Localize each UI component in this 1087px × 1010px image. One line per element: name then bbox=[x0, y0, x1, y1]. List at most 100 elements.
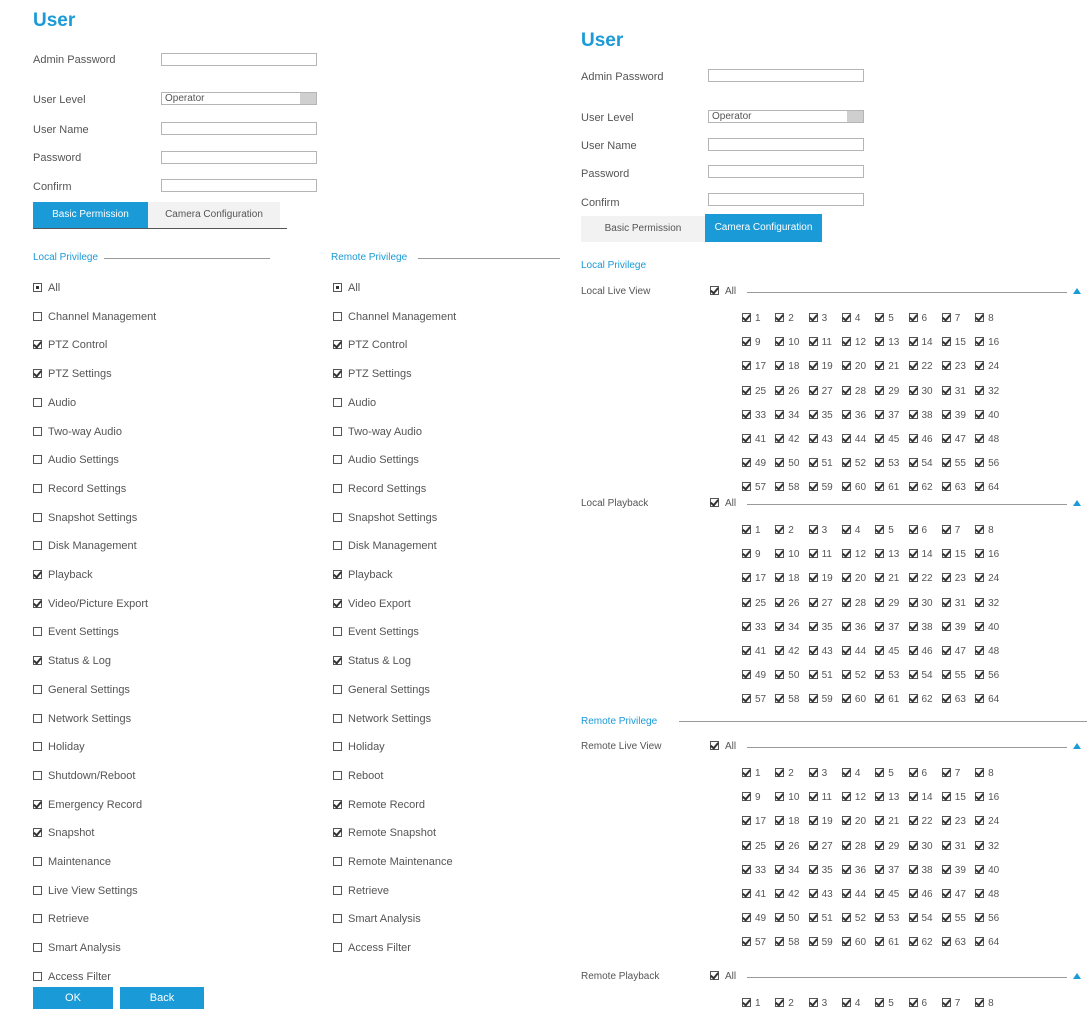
channel-checkbox[interactable]: 46 bbox=[908, 889, 933, 900]
checkbox[interactable] bbox=[333, 943, 342, 953]
channel-checkbox[interactable]: 20 bbox=[841, 816, 866, 827]
remote-privilege-item[interactable]: Snapshot Settings bbox=[333, 512, 437, 524]
channel-checkbox[interactable]: 13 bbox=[875, 792, 899, 803]
checkbox[interactable] bbox=[33, 311, 42, 321]
channel-checkbox[interactable]: 63 bbox=[941, 937, 966, 948]
local-privilege-item[interactable]: Playback bbox=[33, 569, 93, 581]
checkbox[interactable] bbox=[908, 361, 918, 371]
remote-privilege-item[interactable]: Remote Snapshot bbox=[333, 827, 436, 839]
channel-checkbox[interactable]: 42 bbox=[775, 434, 799, 445]
checkbox[interactable] bbox=[841, 385, 851, 395]
channel-checkbox[interactable]: 41 bbox=[742, 646, 766, 657]
local-privilege-item[interactable]: Shutdown/Reboot bbox=[33, 770, 135, 782]
channel-checkbox[interactable]: 5 bbox=[875, 768, 894, 779]
channel-checkbox[interactable]: 61 bbox=[875, 482, 899, 493]
channel-checkbox[interactable]: 11 bbox=[808, 792, 832, 803]
select-all-checkbox[interactable]: All bbox=[710, 286, 736, 297]
local-privilege-item[interactable]: Snapshot bbox=[33, 827, 94, 839]
channel-checkbox[interactable]: 31 bbox=[941, 385, 966, 397]
checkbox[interactable] bbox=[808, 998, 818, 1007]
checkbox[interactable] bbox=[841, 434, 851, 443]
checkbox[interactable] bbox=[975, 313, 985, 322]
channel-checkbox[interactable]: 38 bbox=[908, 621, 933, 633]
channel-checkbox[interactable]: 17 bbox=[742, 361, 766, 372]
checkbox[interactable] bbox=[775, 482, 785, 492]
checkbox[interactable] bbox=[742, 913, 751, 923]
channel-checkbox[interactable]: 2 bbox=[775, 525, 794, 536]
channel-checkbox[interactable]: 28 bbox=[841, 597, 866, 609]
checkbox[interactable] bbox=[975, 434, 985, 443]
collapse-icon[interactable] bbox=[1073, 500, 1081, 506]
checkbox[interactable] bbox=[333, 397, 342, 407]
channel-checkbox[interactable]: 19 bbox=[808, 816, 833, 827]
checkbox[interactable] bbox=[975, 768, 985, 777]
checkbox[interactable] bbox=[710, 286, 719, 295]
checkbox[interactable] bbox=[875, 998, 885, 1007]
channel-checkbox[interactable]: 15 bbox=[941, 337, 966, 348]
checkbox[interactable] bbox=[975, 337, 985, 347]
checkbox[interactable] bbox=[941, 913, 951, 923]
channel-checkbox[interactable]: 34 bbox=[775, 621, 799, 633]
channel-checkbox[interactable]: 12 bbox=[841, 337, 866, 348]
channel-checkbox[interactable]: 49 bbox=[742, 458, 766, 469]
channel-checkbox[interactable]: 1 bbox=[742, 768, 761, 779]
channel-checkbox[interactable]: 50 bbox=[775, 913, 799, 924]
channel-checkbox[interactable]: 27 bbox=[808, 385, 833, 397]
checkbox[interactable] bbox=[975, 621, 985, 631]
admin-password-input[interactable] bbox=[161, 53, 317, 66]
remote-privilege-item[interactable]: Remote Maintenance bbox=[333, 856, 453, 868]
channel-checkbox[interactable]: 7 bbox=[941, 998, 960, 1009]
checkbox[interactable] bbox=[775, 646, 785, 655]
select-all-checkbox[interactable]: All bbox=[710, 498, 736, 509]
channel-checkbox[interactable]: 62 bbox=[908, 937, 933, 948]
channel-checkbox[interactable]: 33 bbox=[742, 864, 766, 876]
channel-checkbox[interactable]: 46 bbox=[908, 434, 933, 445]
tab-basic-permission[interactable]: Basic Permission bbox=[33, 202, 148, 228]
checkbox[interactable] bbox=[841, 549, 851, 559]
channel-checkbox[interactable]: 25 bbox=[742, 840, 766, 852]
checkbox[interactable] bbox=[975, 573, 985, 583]
checkbox[interactable] bbox=[808, 573, 818, 583]
select-all-checkbox[interactable]: All bbox=[710, 971, 736, 982]
checkbox[interactable] bbox=[742, 889, 751, 898]
channel-checkbox[interactable]: 10 bbox=[775, 792, 799, 803]
checkbox[interactable] bbox=[875, 670, 885, 680]
checkbox[interactable] bbox=[875, 597, 885, 607]
checkbox[interactable] bbox=[775, 889, 785, 898]
channel-checkbox[interactable]: 37 bbox=[875, 409, 899, 421]
checkbox[interactable] bbox=[33, 828, 42, 838]
remote-privilege-item[interactable]: Holiday bbox=[333, 741, 385, 753]
checkbox[interactable] bbox=[808, 458, 818, 468]
checkbox[interactable] bbox=[33, 369, 42, 379]
tab-basic-permission[interactable]: Basic Permission bbox=[581, 216, 705, 242]
channel-checkbox[interactable]: 43 bbox=[808, 646, 833, 657]
channel-checkbox[interactable]: 27 bbox=[808, 597, 833, 609]
channel-checkbox[interactable]: 54 bbox=[908, 458, 933, 469]
channel-checkbox[interactable]: 21 bbox=[875, 816, 899, 827]
channel-checkbox[interactable]: 14 bbox=[908, 549, 933, 560]
channel-checkbox[interactable]: 36 bbox=[841, 864, 866, 876]
checkbox[interactable] bbox=[333, 283, 342, 292]
channel-checkbox[interactable]: 13 bbox=[875, 337, 899, 348]
channel-checkbox[interactable]: 55 bbox=[941, 913, 966, 924]
channel-checkbox[interactable]: 54 bbox=[908, 670, 933, 681]
checkbox[interactable] bbox=[33, 397, 42, 407]
checkbox[interactable] bbox=[808, 409, 818, 419]
channel-checkbox[interactable]: 22 bbox=[908, 573, 933, 584]
channel-checkbox[interactable]: 14 bbox=[908, 337, 933, 348]
checkbox[interactable] bbox=[808, 525, 818, 534]
checkbox[interactable] bbox=[775, 768, 785, 777]
checkbox[interactable] bbox=[333, 885, 342, 895]
checkbox[interactable] bbox=[908, 937, 918, 947]
checkbox[interactable] bbox=[333, 483, 342, 493]
channel-checkbox[interactable]: 3 bbox=[808, 768, 827, 779]
checkbox[interactable] bbox=[941, 458, 951, 468]
checkbox[interactable] bbox=[333, 684, 342, 694]
checkbox[interactable] bbox=[775, 913, 785, 923]
channel-checkbox[interactable]: 6 bbox=[908, 313, 927, 324]
user-level-select[interactable]: Operator bbox=[161, 92, 317, 105]
user-name-input[interactable] bbox=[708, 138, 864, 151]
checkbox[interactable] bbox=[908, 646, 918, 655]
checkbox[interactable] bbox=[841, 409, 851, 419]
checkbox[interactable] bbox=[908, 458, 918, 468]
